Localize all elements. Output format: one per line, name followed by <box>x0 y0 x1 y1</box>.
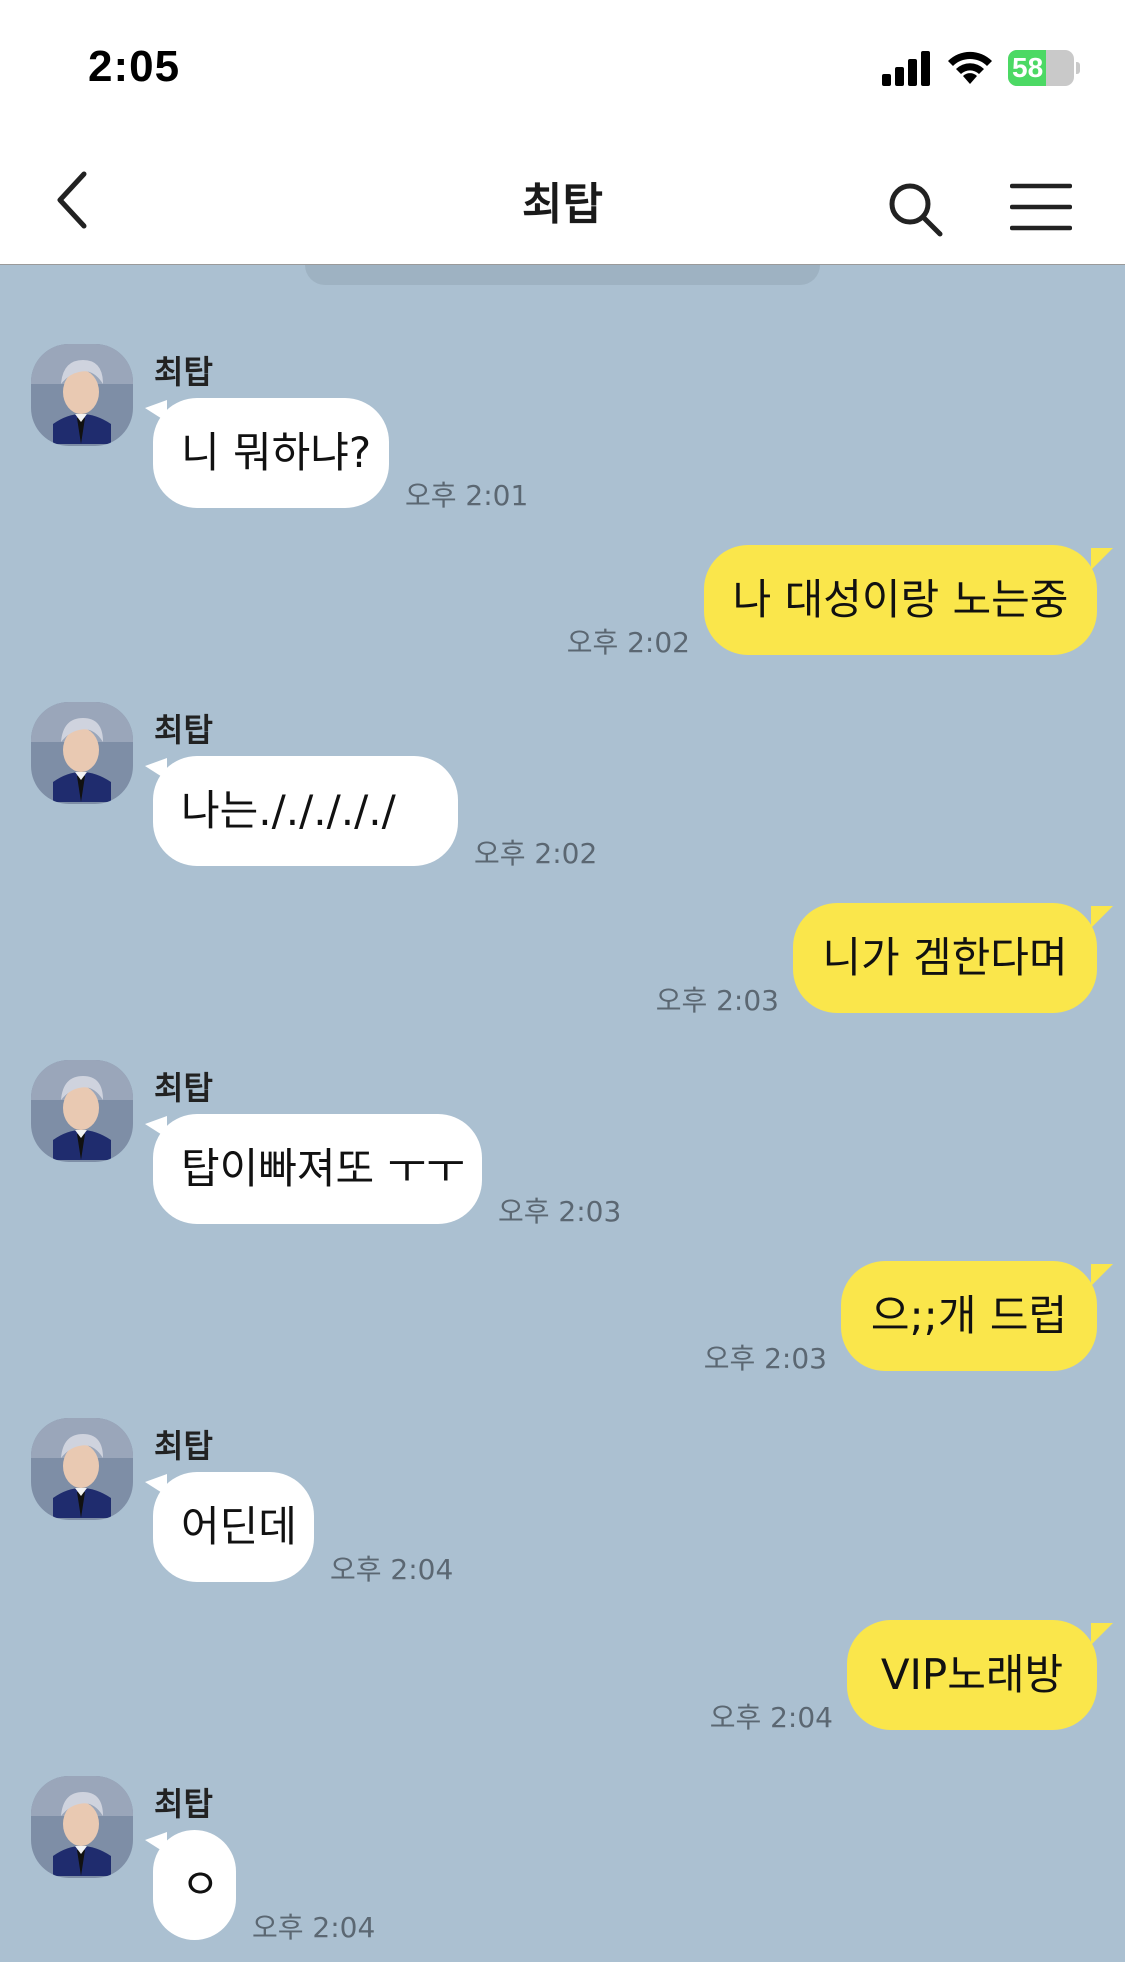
battery-percent: 58 <box>1012 52 1044 83</box>
chat-header: 최탑 <box>0 140 1125 265</box>
outgoing-message-bubble[interactable]: VIP노래방 <box>847 1620 1097 1730</box>
sender-avatar[interactable] <box>31 702 133 804</box>
incoming-message-bubble[interactable]: 나는./././././ <box>153 756 458 866</box>
message-timestamp: 오후 2:04 <box>709 1701 833 1734</box>
battery-icon: 58 <box>1008 50 1080 86</box>
sender-avatar[interactable] <box>31 344 133 446</box>
message-timestamp: 오후 2:02 <box>566 626 690 659</box>
outgoing-message-bubble[interactable]: 으;;개 드럽 <box>841 1261 1097 1371</box>
incoming-message-bubble[interactable]: 탑이빠져또 ㅜㅜ <box>153 1114 482 1224</box>
message-timestamp: 오후 2:03 <box>655 984 779 1017</box>
bubble-tail <box>1091 548 1113 570</box>
chat-title: 최탑 <box>522 179 603 230</box>
outgoing-message-bubble[interactable]: 니가 겜한다며 <box>793 903 1097 1013</box>
cellular-signal-icon <box>882 51 930 86</box>
sender-avatar[interactable] <box>31 1418 133 1520</box>
message-timestamp: 오후 2:01 <box>405 479 529 512</box>
search-icon[interactable] <box>888 182 944 238</box>
message-timestamp: 오후 2:03 <box>498 1195 622 1228</box>
message-timestamp: 오후 2:04 <box>330 1553 454 1586</box>
wifi-icon <box>948 51 992 84</box>
sender-name: 최탑 <box>154 711 213 749</box>
bubble-tail <box>1091 1623 1113 1645</box>
sender-avatar[interactable] <box>31 1060 133 1162</box>
sender-name: 최탑 <box>154 1427 213 1465</box>
outgoing-message-bubble[interactable]: 나 대성이랑 노는중 <box>704 545 1097 655</box>
bubble-tail <box>1091 1264 1113 1286</box>
bubble-tail <box>1091 906 1113 928</box>
incoming-message-bubble[interactable]: 어딘데 <box>153 1472 314 1582</box>
message-timestamp: 오후 2:02 <box>474 837 598 870</box>
message-timestamp: 오후 2:03 <box>703 1342 827 1375</box>
incoming-message-bubble[interactable]: 니 뭐하냐? <box>153 398 389 508</box>
sender-name: 최탑 <box>154 353 213 391</box>
sender-avatar[interactable] <box>31 1776 133 1878</box>
message-timestamp: 오후 2:04 <box>252 1911 376 1944</box>
status-time: 2:05 <box>88 42 181 91</box>
incoming-message-bubble[interactable]: ㅇ <box>153 1830 236 1940</box>
date-divider-pill <box>305 265 820 285</box>
sender-name: 최탑 <box>154 1785 213 1823</box>
status-bar: 2:05 58 <box>0 0 1125 140</box>
sender-name: 최탑 <box>154 1069 213 1107</box>
menu-icon[interactable] <box>1010 182 1072 232</box>
